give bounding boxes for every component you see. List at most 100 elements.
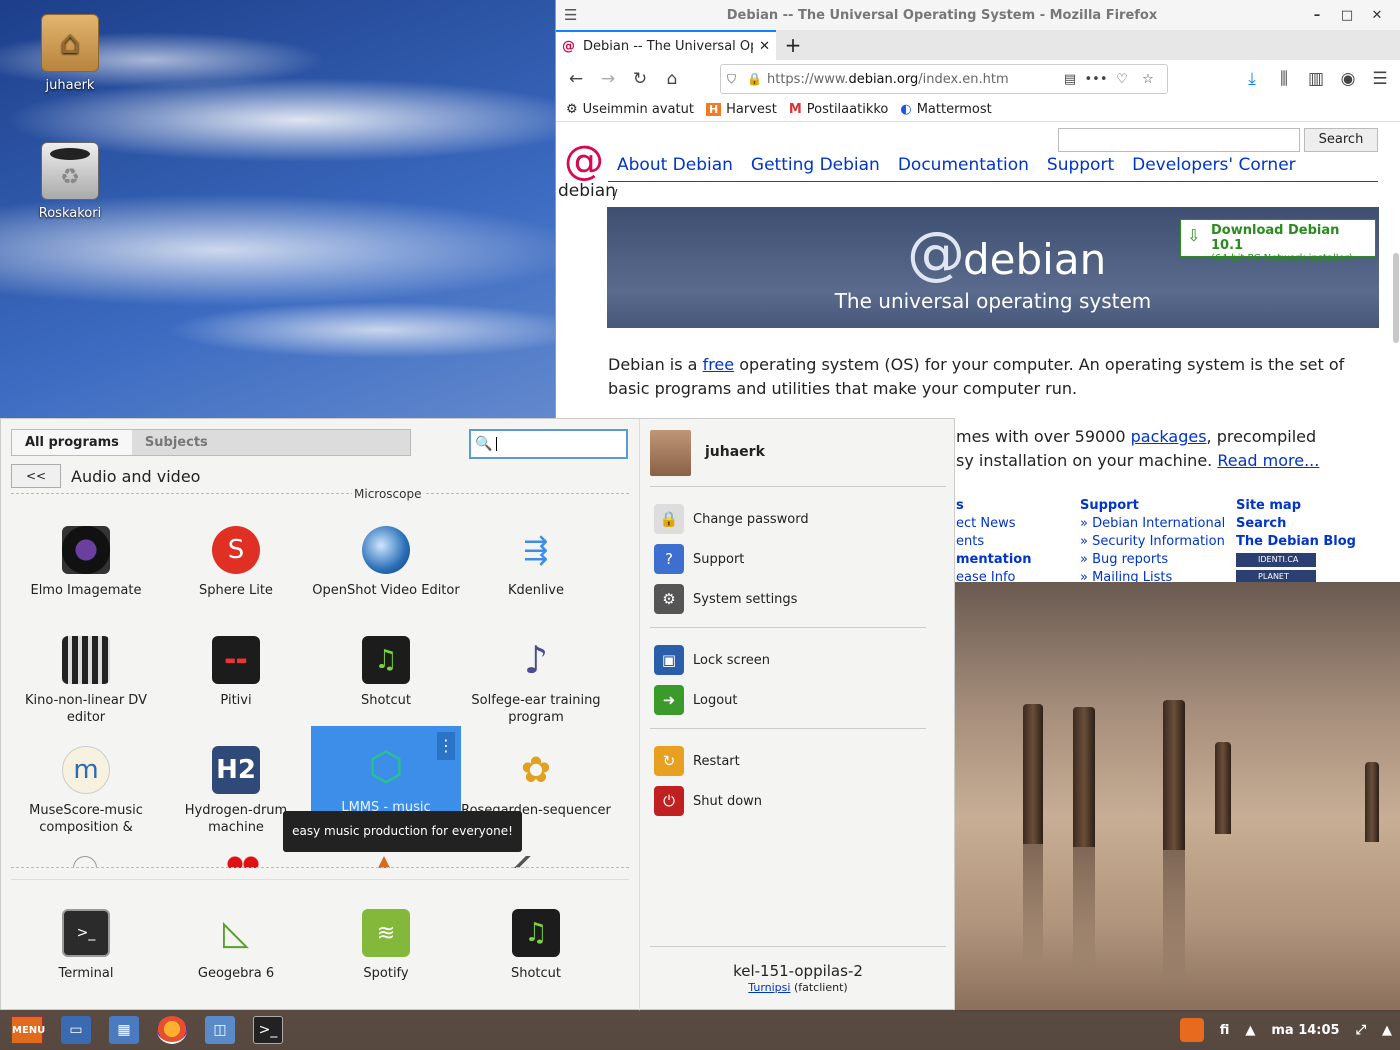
host-link[interactable]: Turnipsi (748, 981, 790, 994)
tab-subjects[interactable]: Subjects (132, 430, 221, 455)
shut-down-button[interactable]: ⏻ Shut down (654, 786, 762, 816)
reload-button[interactable]: ↻ (624, 63, 656, 95)
tab-debian[interactable]: @ Debian -- The Universal Op ✕ (556, 30, 776, 60)
desktop-icon-trash[interactable]: Roskakori (30, 142, 110, 221)
more-actions-icon[interactable]: ••• (1083, 72, 1109, 87)
app-solfege[interactable]: ♪ Solfege-ear training program (461, 636, 611, 726)
download-button[interactable]: ⇩ Download Debian 10.1 (64-bit PC Networ… (1180, 219, 1376, 264)
minimize-button[interactable]: – (1302, 8, 1332, 23)
clock[interactable]: ma 14:05 (1271, 1023, 1339, 1038)
logo-word: debian (558, 181, 616, 201)
tray-app-icon[interactable] (1179, 1018, 1204, 1042)
window-menu-icon[interactable]: ☰ (564, 6, 582, 24)
app-options-icon[interactable]: ⋮ (437, 732, 455, 760)
tab-all-programs[interactable]: All programs (12, 430, 132, 455)
footer-link[interactable]: » Mailing Lists (1080, 569, 1225, 582)
bookmark-star-icon[interactable]: ☆ (1135, 72, 1161, 87)
close-window-button[interactable]: ✕ (1362, 8, 1392, 23)
nav-developers[interactable]: Developers' Corner (1132, 155, 1296, 175)
library-icon[interactable]: ⫼ (1268, 63, 1300, 95)
system-settings-button[interactable]: ⚙ System settings (654, 584, 797, 614)
intro-paragraph: Debian is a free operating system (OS) f… (608, 355, 1345, 398)
fav-shotcut[interactable]: ♫ Shotcut (461, 909, 611, 982)
sidebar-icon[interactable]: ▥ (1300, 63, 1332, 95)
forward-button[interactable]: → (592, 63, 624, 95)
app-openshot[interactable]: OpenShot Video Editor (311, 526, 461, 599)
pocket-icon[interactable]: ♡ (1109, 72, 1135, 87)
footer-link[interactable]: » Security Information (1080, 533, 1225, 551)
desktop-icon-home[interactable]: juhaerk (30, 14, 110, 93)
site-search-button[interactable]: Search (1304, 128, 1378, 152)
reader-view-icon[interactable]: ▤ (1057, 72, 1083, 87)
terminal-icon[interactable]: >_ (253, 1016, 283, 1044)
footer-link[interactable]: ease Info (956, 569, 1031, 582)
lock-screen-button[interactable]: ▣ Lock screen (654, 645, 770, 675)
lock-screen-icon: ▣ (654, 645, 684, 675)
support-button[interactable]: ? Support (654, 544, 744, 574)
planet-badge[interactable]: PLANET (1236, 570, 1316, 582)
app-shotcut[interactable]: ♫ Shotcut (311, 636, 461, 709)
app-rosegarden[interactable]: ✿ Rosegarden-sequencer (461, 746, 611, 819)
close-tab-icon[interactable]: ✕ (759, 39, 770, 54)
bookmark-item[interactable]: M Postilaatikko (789, 102, 889, 117)
debian-logo[interactable]: @ debian (558, 141, 616, 205)
footer-link[interactable]: ents (956, 533, 1031, 551)
downloads-icon[interactable]: ⤓ (1236, 63, 1268, 95)
show-desktop-icon[interactable]: ▭ (61, 1016, 91, 1044)
footer-link[interactable]: Search (1236, 515, 1356, 533)
new-tab-button[interactable]: + (776, 30, 810, 60)
fav-terminal[interactable]: >_ Terminal (11, 909, 161, 982)
home-button[interactable]: ⌂ (656, 63, 688, 95)
back-button[interactable]: ← (560, 63, 592, 95)
app-label: OpenShot Video Editor (312, 583, 460, 598)
tray-expand-icon[interactable]: ▲ (1245, 1023, 1255, 1038)
change-password-button[interactable]: 🔒 Change password (654, 504, 809, 534)
footer-heading[interactable]: Site map (1236, 497, 1356, 515)
nav-support[interactable]: Support (1047, 155, 1114, 175)
menu-search-input[interactable]: 🔍 (469, 429, 628, 459)
bookmark-item[interactable]: ◐ Mattermost (900, 102, 991, 117)
workspace-switcher-icon[interactable]: ▦ (109, 1016, 139, 1044)
app-pitivi[interactable]: ▬▬ Pitivi (161, 636, 311, 709)
app-sphere-lite[interactable]: S Sphere Lite (161, 526, 311, 599)
menu-button[interactable]: MENU (11, 1016, 45, 1044)
window-icon[interactable]: ◫ (205, 1016, 235, 1044)
site-search-input[interactable] (1058, 128, 1300, 152)
nav-getting[interactable]: Getting Debian (751, 155, 880, 175)
maximize-button[interactable]: □ (1332, 8, 1362, 23)
nav-about[interactable]: About Debian (617, 155, 733, 175)
back-category-button[interactable]: << (11, 464, 61, 488)
nav-documentation[interactable]: Documentation (898, 155, 1029, 175)
footer-link[interactable]: The Debian Blog (1236, 533, 1356, 551)
footer-heading[interactable]: Support (1080, 497, 1225, 515)
app-menu-icon[interactable]: ☰ (1364, 63, 1396, 95)
read-more-link[interactable]: Read more... (1217, 451, 1319, 470)
bookmark-item[interactable]: ⚙ Useimmin avatut (566, 102, 694, 117)
url-bar[interactable]: ⛉ 🔒 https://www.debian.org/index.en.htm … (720, 64, 1168, 94)
footer-link[interactable]: ect News (956, 515, 1031, 533)
packages-link[interactable]: packages (1131, 427, 1207, 446)
identica-badge[interactable]: IDENTI.CA (1236, 553, 1316, 567)
free-link[interactable]: free (703, 355, 735, 374)
firefox-icon[interactable] (157, 1016, 187, 1044)
footer-link[interactable]: » Bug reports (1080, 551, 1225, 569)
app-elmo-imagemate[interactable]: Elmo Imagemate (11, 526, 161, 599)
scrollbar-thumb[interactable] (1393, 253, 1399, 343)
app-kino[interactable]: Kino-non-linear DV editor (11, 636, 161, 726)
footer-link[interactable]: mentation (956, 551, 1031, 569)
footer-link[interactable]: » Debian International (1080, 515, 1225, 533)
keyboard-layout[interactable]: fi (1220, 1023, 1230, 1038)
restart-button[interactable]: ↻ Restart (654, 746, 740, 776)
footer-link[interactable]: s (956, 497, 1031, 515)
fav-geogebra[interactable]: ◺ Geogebra 6 (161, 909, 311, 982)
desktop-icon-label: Roskakori (38, 206, 102, 221)
logout-button[interactable]: ➜ Logout (654, 685, 738, 715)
fav-spotify[interactable]: ≋ Spotify (311, 909, 461, 982)
download-title: Download Debian 10.1 (1211, 223, 1340, 253)
network-icon[interactable]: ⤢ (1356, 1023, 1366, 1038)
account-icon[interactable]: ◉ (1332, 63, 1364, 95)
app-musescore[interactable]: m MuseScore-music composition & (11, 746, 161, 836)
tray-menu-icon[interactable]: ▲ (1382, 1023, 1392, 1038)
app-kdenlive[interactable]: ⇶ Kdenlive (461, 526, 611, 599)
bookmark-item[interactable]: H Harvest (705, 102, 777, 117)
